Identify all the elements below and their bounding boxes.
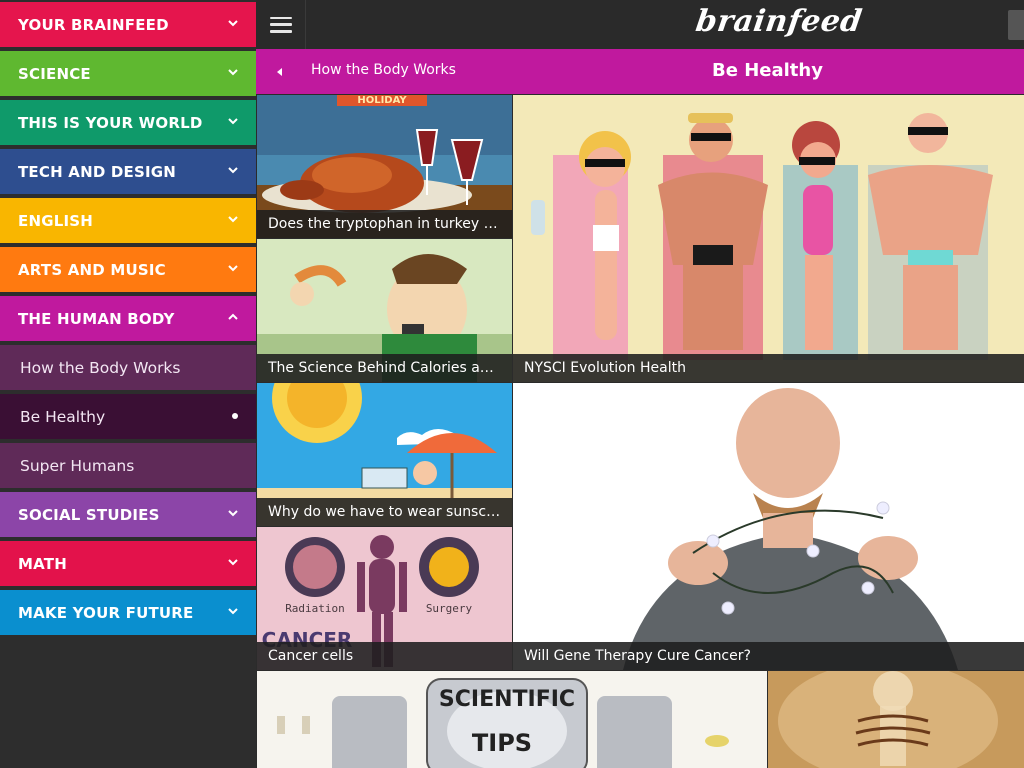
top-bar: brainfeed: [256, 0, 1024, 49]
beach-people-thumbnail: [513, 95, 1024, 382]
video-tile[interactable]: [768, 671, 1024, 768]
selected-indicator: [232, 413, 238, 419]
page-title: Be Healthy: [712, 60, 823, 81]
breadcrumb-bar: How the Body Works Be Healthy: [256, 49, 1024, 94]
video-title: Why do we have to wear sunscreen?: [257, 498, 512, 526]
video-tile[interactable]: NYSCI Evolution Health: [513, 95, 1024, 382]
sidebar-cat-label: YOUR BRAINFEED: [18, 15, 169, 34]
chevron-down-icon: [228, 265, 238, 272]
holiday-sign-text: HOLIDAY: [357, 95, 407, 106]
sidebar-cat-tech-and-design[interactable]: TECH AND DESIGN: [0, 149, 256, 194]
brainfeed-logo[interactable]: brainfeed: [694, 4, 865, 39]
sidebar-sub-how-the-body-works[interactable]: How the Body Works: [0, 345, 256, 390]
edge-tab[interactable]: [1008, 10, 1024, 40]
sidebar-cat-label: MAKE YOUR FUTURE: [18, 603, 194, 622]
sidebar-cat-social-studies[interactable]: SOCIAL STUDIES: [0, 492, 256, 537]
sidebar-cat-science[interactable]: SCIENCE: [0, 51, 256, 96]
sidebar-cat-math[interactable]: MATH: [0, 541, 256, 586]
chevron-down-icon: [228, 608, 238, 615]
chevron-down-icon: [228, 20, 238, 27]
gene-therapy-thumbnail: [513, 383, 1024, 670]
chevron-down-icon: [228, 216, 238, 223]
sidebar-cat-label: MATH: [18, 554, 67, 573]
radiation-label: Radiation: [285, 602, 345, 615]
video-tile[interactable]: Why do we have to wear sunscreen?: [257, 383, 512, 526]
sidebar-cat-label: THIS IS YOUR WORLD: [18, 113, 203, 132]
video-tile[interactable]: Radiation Surgery CANCER Cancer cells: [257, 527, 512, 670]
video-title: NYSCI Evolution Health: [513, 354, 1024, 382]
scientific-label: SCIENTIFIC: [439, 687, 575, 712]
sidebar-cat-label: ARTS AND MUSIC: [18, 260, 166, 279]
surgery-label: Surgery: [426, 602, 473, 615]
chevron-left-icon[interactable]: [270, 62, 290, 82]
sidebar-sub-super-humans[interactable]: Super Humans: [0, 443, 256, 488]
video-title: Will Gene Therapy Cure Cancer?: [513, 642, 1024, 670]
sidebar-cat-this-is-your-world[interactable]: THIS IS YOUR WORLD: [0, 100, 256, 145]
sidebar-cat-label: THE HUMAN BODY: [18, 309, 175, 328]
tips-label: TIPS: [472, 729, 532, 757]
chevron-down-icon: [228, 69, 238, 76]
hamburger-icon: [269, 16, 292, 33]
sidebar-cat-your-brainfeed[interactable]: YOUR BRAINFEED: [0, 2, 256, 47]
menu-button[interactable]: [256, 0, 306, 49]
breadcrumb-parent-link[interactable]: How the Body Works: [311, 62, 456, 78]
video-title: Cancer cells: [257, 642, 512, 670]
chevron-down-icon: [228, 559, 238, 566]
sidebar-cat-english[interactable]: ENGLISH: [0, 198, 256, 243]
sidebar-sub-label: Super Humans: [20, 456, 135, 475]
video-grid: HOLIDAY Does the tryptophan in turkey ma…: [256, 94, 1024, 768]
video-tile[interactable]: The Science Behind Calories and Weight: [257, 239, 512, 382]
chevron-up-icon: [228, 313, 238, 320]
chevron-down-icon: [228, 167, 238, 174]
sidebar-cat-label: TECH AND DESIGN: [18, 162, 177, 181]
sidebar-sub-label: How the Body Works: [20, 358, 181, 377]
video-tile[interactable]: SCIENTIFIC TIPS: [257, 671, 767, 768]
sidebar-cat-arts-and-music[interactable]: ARTS AND MUSIC: [0, 247, 256, 292]
chevron-down-icon: [228, 118, 238, 125]
video-title: Does the tryptophan in turkey make you s…: [257, 210, 512, 238]
sidebar-cat-the-human-body[interactable]: THE HUMAN BODY: [0, 296, 256, 341]
sidebar: YOUR BRAINFEED SCIENCE THIS IS YOUR WORL…: [0, 0, 256, 768]
app-root: YOUR BRAINFEED SCIENCE THIS IS YOUR WORL…: [0, 0, 1024, 768]
video-tile[interactable]: Will Gene Therapy Cure Cancer?: [513, 383, 1024, 670]
scientific-tips-thumbnail: SCIENTIFIC TIPS: [257, 671, 767, 768]
sidebar-sub-label: Be Healthy: [20, 407, 106, 426]
sidebar-cat-label: SOCIAL STUDIES: [18, 505, 160, 524]
video-title: The Science Behind Calories and Weight: [257, 354, 512, 382]
sidebar-sub-be-healthy[interactable]: Be Healthy: [0, 394, 256, 439]
skeleton-thumbnail: [768, 671, 1024, 768]
chevron-down-icon: [228, 510, 238, 517]
sidebar-cat-make-your-future[interactable]: MAKE YOUR FUTURE: [0, 590, 256, 635]
video-tile[interactable]: HOLIDAY Does the tryptophan in turkey ma…: [257, 95, 512, 238]
sidebar-cat-label: SCIENCE: [18, 64, 91, 83]
sidebar-cat-label: ENGLISH: [18, 211, 94, 230]
